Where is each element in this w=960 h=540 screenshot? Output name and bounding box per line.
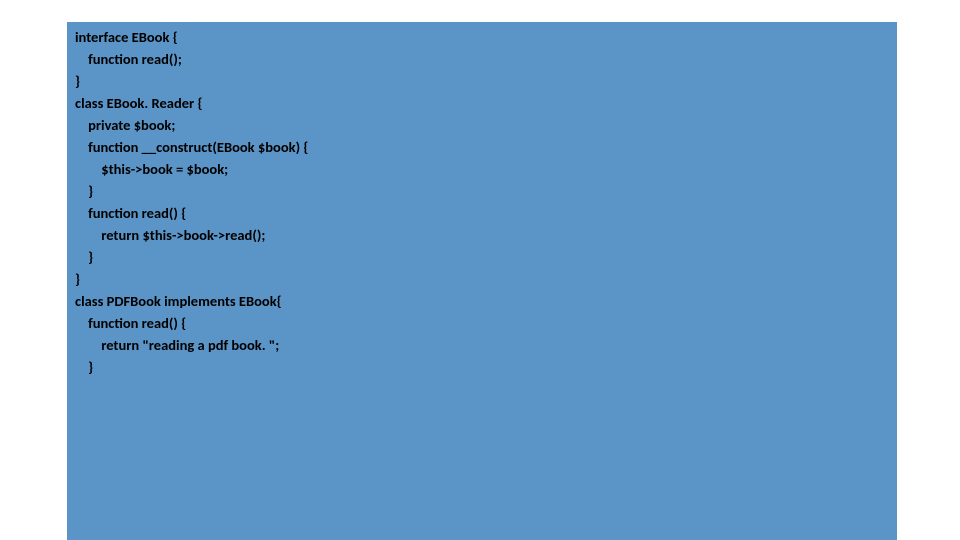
- code-line: class PDFBook implements EBook{: [75, 290, 889, 312]
- code-line: }: [75, 268, 889, 290]
- code-line: $this->book = $book;: [75, 158, 889, 180]
- slide: interface EBook { function read(); } cla…: [0, 0, 960, 540]
- code-line: return $this->book->read();: [75, 224, 889, 246]
- code-block: interface EBook { function read(); } cla…: [67, 22, 897, 540]
- code-line: function read();: [75, 48, 889, 70]
- code-line: }: [75, 180, 889, 202]
- code-line: function __construct(EBook $book) {: [75, 136, 889, 158]
- code-line: function read() {: [75, 202, 889, 224]
- code-line: class EBook. Reader {: [75, 92, 889, 114]
- code-line: }: [75, 246, 889, 268]
- code-line: function read() {: [75, 312, 889, 334]
- code-line: interface EBook {: [75, 26, 889, 48]
- code-line: private $book;: [75, 114, 889, 136]
- code-line: return "reading a pdf book. ";: [75, 334, 889, 356]
- code-line: }: [75, 356, 889, 378]
- code-line: }: [75, 70, 889, 92]
